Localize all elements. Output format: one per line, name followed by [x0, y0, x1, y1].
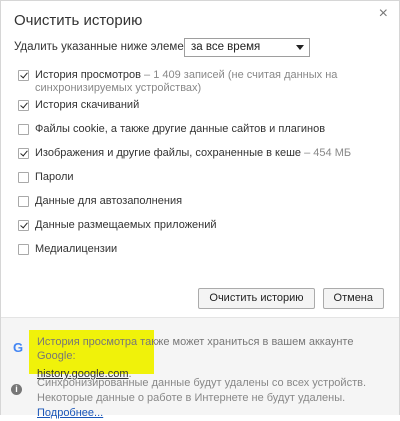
dialog-title: Очистить историю — [14, 12, 143, 29]
option-hosted-app-data[interactable]: Данные размещаемых приложений — [18, 218, 388, 242]
option-label: Медиалицензии — [35, 243, 118, 255]
option-download-history[interactable]: История скачиваний — [18, 98, 388, 122]
time-range-row: Удалить указанные ниже элементы за все в… — [14, 38, 310, 57]
option-browsing-history[interactable]: История просмотров – 1 409 записей (не с… — [18, 68, 388, 98]
checkbox[interactable] — [18, 124, 29, 135]
option-detail: – 454 МБ — [301, 147, 352, 159]
checkbox[interactable] — [18, 100, 29, 111]
option-label: История скачиваний — [35, 99, 140, 111]
option-cookies[interactable]: Файлы cookie, а также другие данные сайт… — [18, 122, 388, 146]
option-passwords[interactable]: Пароли — [18, 170, 388, 194]
time-range-label: Удалить указанные ниже элементы — [14, 41, 204, 53]
option-label: История просмотров — [35, 69, 141, 81]
checkbox[interactable] — [18, 172, 29, 183]
sync-text: Синхронизированные данные будут удалены … — [37, 377, 367, 404]
option-label: Данные размещаемых приложений — [35, 219, 217, 231]
google-history-notice: История просмотра также может храниться … — [37, 335, 377, 381]
clear-history-button[interactable]: Очистить историю — [198, 288, 315, 309]
data-type-options: История просмотров – 1 409 записей (не с… — [18, 68, 388, 266]
info-icon: i — [11, 384, 22, 395]
google-history-text: История просмотра также может храниться … — [37, 336, 354, 362]
option-label: Изображения и другие файлы, сохраненные … — [35, 147, 302, 159]
google-logo-icon: G — [13, 340, 24, 355]
option-cache[interactable]: Изображения и другие файлы, сохраненные … — [18, 146, 388, 170]
checkbox[interactable] — [18, 196, 29, 207]
time-range-select[interactable]: за все время — [184, 38, 310, 57]
time-range-value: за все время — [191, 41, 261, 53]
sync-notice: Синхронизированные данные будут удалены … — [37, 376, 387, 421]
cancel-button[interactable]: Отмена — [322, 288, 384, 309]
clear-history-dialog: Очистить историю × Удалить указанные ниж… — [0, 0, 400, 419]
chevron-down-icon — [296, 45, 304, 50]
checkbox[interactable] — [18, 70, 29, 81]
learn-more-link[interactable]: Подробнее... — [37, 407, 103, 419]
dialog-buttons: Очистить историю Отмена — [198, 288, 384, 309]
checkbox[interactable] — [18, 220, 29, 231]
dialog-footer: G История просмотра также может хранитьс… — [1, 317, 399, 419]
option-label: Данные для автозаполнения — [35, 195, 183, 207]
close-icon[interactable]: × — [379, 6, 388, 22]
option-label: Пароли — [35, 171, 74, 183]
checkbox[interactable] — [18, 148, 29, 159]
option-media-licenses[interactable]: Медиалицензии — [18, 242, 388, 266]
option-autofill[interactable]: Данные для автозаполнения — [18, 194, 388, 218]
checkbox[interactable] — [18, 244, 29, 255]
option-label: Файлы cookie, а также другие данные сайт… — [35, 123, 326, 135]
